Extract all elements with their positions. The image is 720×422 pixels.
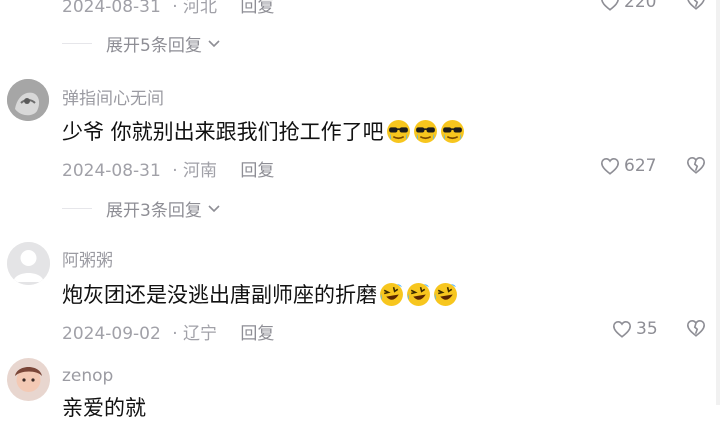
comment-date: 2024-08-31: [62, 0, 161, 17]
scrollbar[interactable]: [716, 0, 720, 405]
like-button[interactable]: 35: [612, 319, 658, 339]
avatar[interactable]: [7, 79, 49, 121]
comment-dot: ·: [172, 0, 178, 17]
expand-replies-label: 展开5条回复: [106, 36, 202, 56]
sunglasses-tears-emoji: [413, 120, 437, 143]
comment-meta: 2024-09-02 · 辽宁 回复: [62, 319, 274, 344]
like-count: 35: [636, 319, 658, 339]
sunglasses-tears-emoji: [386, 120, 410, 143]
reply-button[interactable]: 回复: [240, 161, 274, 181]
avatar[interactable]: [7, 358, 50, 401]
comment-meta: 2024-08-31 · 河南 回复: [62, 156, 274, 181]
rolling-laughing-emoji: [434, 283, 457, 306]
comment-text: 少爷 你就别出来跟我们抢工作了吧: [62, 116, 465, 146]
divider-line: [62, 208, 92, 209]
dislike-button[interactable]: [686, 0, 706, 14]
dislike-button[interactable]: [686, 319, 706, 341]
like-count: 627: [624, 156, 657, 176]
comment-location: 辽宁: [183, 324, 218, 344]
reply-button[interactable]: 回复: [240, 0, 274, 17]
avatar-image: [7, 358, 50, 401]
comment-location: 河北: [183, 0, 218, 17]
default-avatar-icon: [7, 242, 50, 285]
avatar[interactable]: [7, 242, 50, 285]
broken-heart-icon: [687, 0, 705, 10]
username[interactable]: 阿粥粥: [62, 246, 113, 271]
expand-replies-label: 展开3条回复: [106, 201, 202, 221]
comment-date: 2024-08-31: [62, 161, 161, 181]
comment-dot: ·: [172, 161, 178, 181]
broken-heart-icon: [686, 156, 706, 174]
heart-icon: [612, 320, 632, 338]
avatar-image: [7, 79, 49, 121]
dislike-button[interactable]: [686, 156, 706, 178]
expand-replies-button[interactable]: 展开3条回复: [62, 196, 220, 221]
comment-text-body: 炮灰团还是没逃出唐副师座的折磨: [62, 283, 377, 307]
rolling-laughing-emoji: [380, 283, 403, 306]
sunglasses-tears-emoji: [440, 120, 464, 143]
username[interactable]: zenop: [62, 366, 113, 386]
heart-icon: [601, 0, 619, 11]
broken-heart-icon: [686, 319, 706, 337]
comment-location: 河南: [183, 161, 218, 181]
username[interactable]: 弹指间心无间: [62, 84, 164, 109]
like-button[interactable]: 220: [600, 0, 656, 12]
heart-icon: [600, 157, 620, 175]
like-button[interactable]: 627: [600, 156, 656, 176]
expand-replies-button[interactable]: 展开5条回复: [62, 31, 220, 56]
comment-text: 亲爱的就: [62, 396, 146, 420]
comment-dot: ·: [172, 324, 178, 344]
divider-line: [62, 43, 92, 44]
comment-meta: 2024-08-31 · 河北 回复: [62, 0, 274, 17]
chevron-down-icon: [208, 39, 220, 48]
comment-text-body: 少爷 你就别出来跟我们抢工作了吧: [62, 120, 384, 144]
rolling-laughing-emoji: [407, 283, 430, 306]
comment-text: 炮灰团还是没逃出唐副师座的折磨: [62, 279, 458, 309]
like-count: 220: [624, 0, 657, 12]
comment-date: 2024-09-02: [62, 324, 161, 344]
chevron-down-icon: [208, 204, 220, 213]
reply-button[interactable]: 回复: [240, 324, 274, 344]
